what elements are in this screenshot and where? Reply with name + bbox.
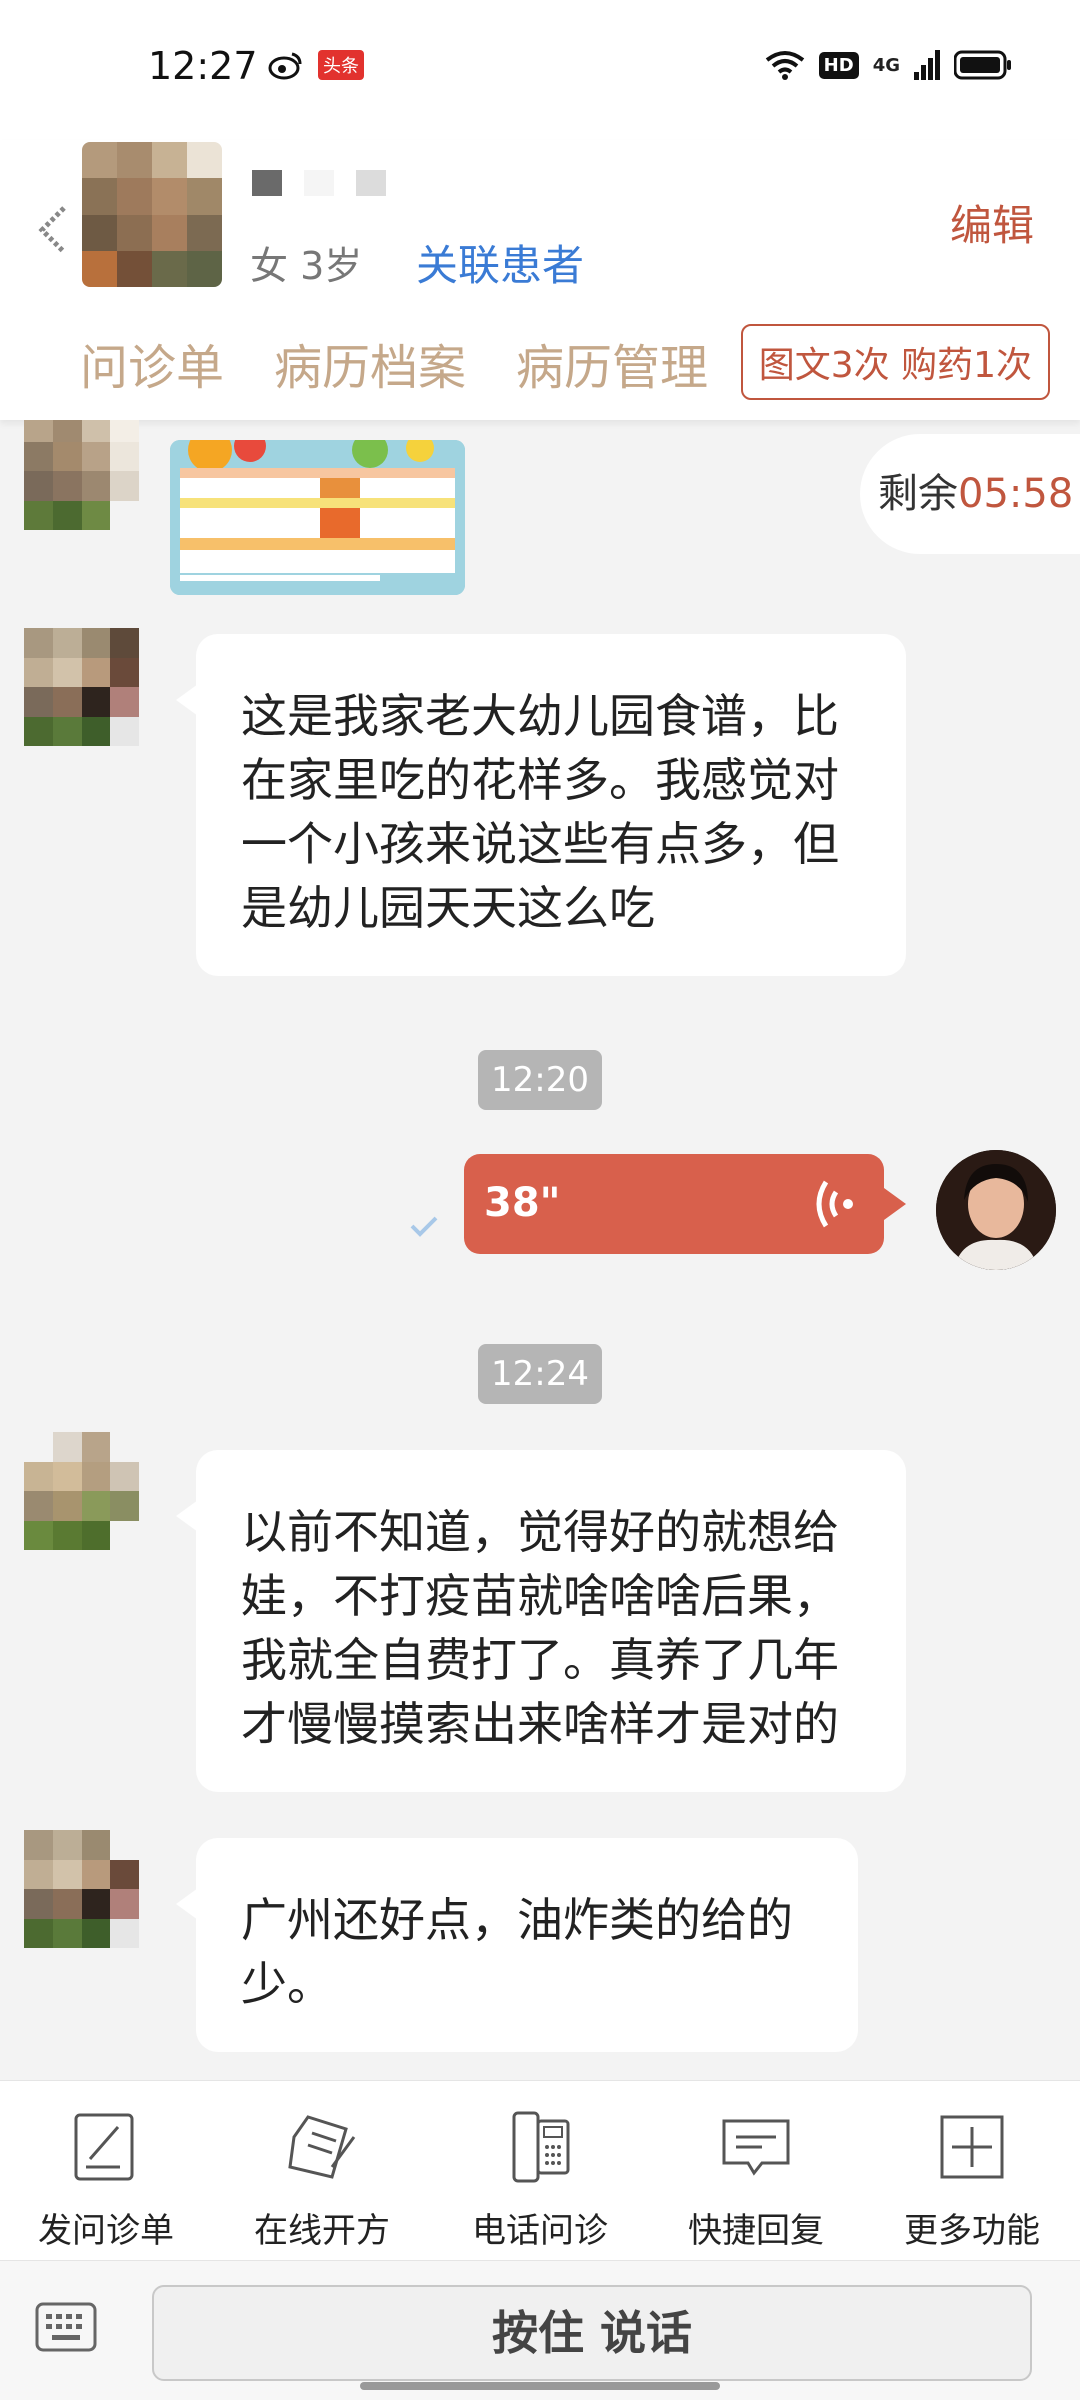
- prescription-icon: [288, 2115, 356, 2179]
- tab-records-management[interactable]: 病历管理: [516, 328, 708, 398]
- voice-wave-icon: [816, 1180, 853, 1228]
- online-prescription-button[interactable]: 在线开方: [222, 2107, 422, 2252]
- patient-message-avatar[interactable]: [24, 1830, 139, 1948]
- battery-icon: [954, 50, 1011, 80]
- menu-image-thumbnail[interactable]: [170, 440, 465, 595]
- quick-reply-button[interactable]: 快捷回复: [656, 2107, 856, 2252]
- tab-inquiry-form[interactable]: 问诊单: [80, 328, 224, 398]
- patient-gender-age: 女 3岁: [250, 244, 363, 288]
- tool-label: 快捷回复: [688, 2211, 824, 2251]
- read-check-icon: [410, 1216, 438, 1237]
- patient-message-avatar[interactable]: [24, 420, 139, 530]
- patient-message-avatar[interactable]: [24, 628, 139, 746]
- status-time: 12:27: [148, 44, 258, 88]
- status-right-icons: HD 4G: [765, 50, 1012, 80]
- timestamp: 12:20: [478, 1050, 602, 1110]
- message-text: 广州还好点，油炸类的给的少。: [241, 1893, 793, 2011]
- message-text: 这是我家老大幼儿园食谱，比在家里吃的花样多。我感觉对一个小孩来说这些有点多，但是…: [241, 689, 839, 935]
- chat-header: 女 3岁 关联患者 编辑 问诊单 病历档案 病历管理 图文3次 购药1次: [0, 140, 1080, 420]
- keyboard-icon[interactable]: [34, 2301, 98, 2353]
- patient-message-bubble[interactable]: 这是我家老大幼儿园食谱，比在家里吃的花样多。我感觉对一个小孩来说这些有点多，但是…: [176, 634, 906, 976]
- signal-icon: [914, 50, 940, 80]
- phone-consultation-button[interactable]: 电话问诊: [440, 2107, 640, 2252]
- edit-button[interactable]: 编辑: [950, 192, 1034, 253]
- remaining-time-badge: 剩余05:58: [860, 434, 1080, 554]
- status-bar: 12:27 头条 HD 4G: [0, 0, 1080, 140]
- chat-bubble-icon: [722, 2119, 790, 2176]
- tool-label: 更多功能: [904, 2211, 1040, 2251]
- patient-message-bubble[interactable]: 以前不知道，觉得好的就想给娃，不打疫苗就啥啥啥后果，我就全自费打了。真养了几年才…: [176, 1450, 906, 1792]
- action-toolbar: 发问诊单 在线开方 电话问诊 快捷回复 更多功能: [0, 2080, 1080, 2260]
- message-text: 以前不知道，觉得好的就想给娃，不打疫苗就啥啥啥后果，我就全自费打了。真养了几年才…: [241, 1505, 839, 1751]
- voice-duration: 38": [484, 1180, 561, 1226]
- quota-badge: 图文3次 购药1次: [740, 324, 1050, 400]
- back-icon[interactable]: [34, 200, 74, 260]
- header-tabs: 问诊单 病历档案 病历管理: [80, 328, 708, 398]
- wifi-icon: [765, 51, 804, 80]
- input-bar: 按住 说话: [0, 2260, 1080, 2400]
- tool-label: 发问诊单: [38, 2211, 174, 2251]
- patient-message-bubble[interactable]: 广州还好点，油炸类的给的少。: [176, 1838, 858, 2052]
- weibo-icon: [268, 52, 302, 80]
- hold-to-talk-button[interactable]: 按住 说话: [152, 2285, 1032, 2381]
- tool-label: 电话问诊: [472, 2211, 608, 2251]
- doctor-photo: [936, 1150, 1056, 1270]
- send-inquiry-form-button[interactable]: 发问诊单: [6, 2107, 206, 2252]
- tab-medical-records[interactable]: 病历档案: [274, 328, 466, 398]
- remaining-count: 05:58: [958, 471, 1074, 517]
- network-label: 4G: [872, 54, 900, 76]
- home-indicator[interactable]: [360, 2382, 720, 2390]
- phone-icon: [512, 2111, 570, 2183]
- hd-badge: HD: [818, 51, 859, 79]
- more-functions-button[interactable]: 更多功能: [872, 2107, 1072, 2252]
- plus-box-icon: [940, 2115, 1004, 2179]
- patient-name: [252, 170, 386, 196]
- form-edit-icon: [74, 2113, 134, 2181]
- link-patient-button[interactable]: 关联患者: [416, 232, 584, 293]
- doctor-avatar[interactable]: [936, 1150, 1056, 1270]
- toutiao-badge: 头条: [318, 50, 364, 80]
- voice-message-bubble[interactable]: 38": [464, 1154, 906, 1254]
- patient-message-avatar[interactable]: [24, 1432, 139, 1550]
- patient-avatar[interactable]: [82, 142, 222, 287]
- timestamp: 12:24: [478, 1344, 602, 1404]
- menu-image: [170, 440, 465, 595]
- notification-icons: 头条: [268, 50, 364, 80]
- chat-area: 剩余05:58 这是我家老大幼儿园食谱，比在家里吃的花样多。我感觉对一个小孩来说…: [0, 420, 1080, 2080]
- tool-label: 在线开方: [254, 2211, 390, 2251]
- remaining-label: 剩余: [878, 471, 958, 517]
